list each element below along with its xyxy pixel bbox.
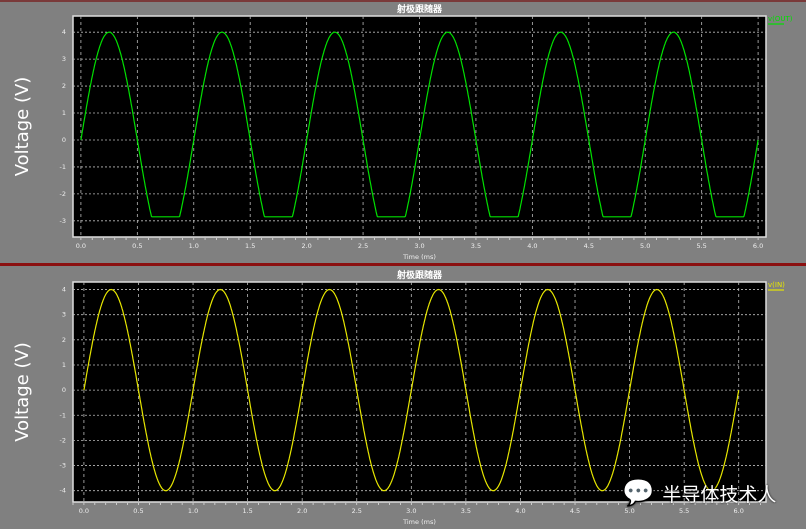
wechat-icon: 💬 bbox=[622, 478, 655, 508]
x-tick-label: 2.0 bbox=[301, 242, 311, 250]
x-tick-label: 1.5 bbox=[242, 507, 252, 515]
y-tick-label: -2 bbox=[60, 190, 66, 198]
legend-label: v(IN) bbox=[768, 281, 785, 289]
y-tick-label: -3 bbox=[60, 462, 66, 470]
x-tick-label: 0.5 bbox=[133, 507, 143, 515]
x-tick-label: 3.0 bbox=[406, 507, 416, 515]
x-tick-label: 1.0 bbox=[188, 507, 198, 515]
y-tick-label: -1 bbox=[60, 163, 66, 171]
y-tick-label: 2 bbox=[62, 82, 66, 90]
x-tick-label: 1.0 bbox=[189, 242, 199, 250]
legend-label: v(OUT) bbox=[768, 15, 793, 23]
x-tick-label: 4.5 bbox=[570, 507, 580, 515]
x-tick-label: 2.0 bbox=[297, 507, 307, 515]
chart-title: 射极跟随器 bbox=[396, 3, 443, 15]
x-tick-label: 4.0 bbox=[515, 507, 525, 515]
y-axis-label: Voltage (V) bbox=[12, 342, 33, 442]
x-tick-label: 4.5 bbox=[584, 242, 594, 250]
y-tick-label: 0 bbox=[62, 136, 66, 144]
y-tick-label: 1 bbox=[62, 109, 66, 117]
x-tick-label: 2.5 bbox=[358, 242, 368, 250]
x-tick-label: 3.5 bbox=[471, 242, 481, 250]
x-tick-label: 5.5 bbox=[696, 242, 706, 250]
x-tick-label: 5.0 bbox=[624, 507, 634, 515]
x-tick-label: 3.5 bbox=[461, 507, 471, 515]
y-tick-label: 2 bbox=[62, 336, 66, 344]
x-tick-label: 3.0 bbox=[414, 242, 424, 250]
y-tick-label: -1 bbox=[60, 411, 66, 419]
y-tick-label: -2 bbox=[60, 436, 66, 444]
x-tick-label: 5.5 bbox=[679, 507, 689, 515]
vout-chart: 射极跟随器 0.0 0.5 1.0 1.5 2.0 2.5 3.0 3.5 4.0 4.5 5.0 5.… bbox=[12, 3, 793, 261]
x-axis-label: Time (ms) bbox=[402, 518, 436, 526]
y-tick-label: -3 bbox=[60, 217, 66, 225]
x-tick-label: 1.5 bbox=[245, 242, 255, 250]
y-tick-label: 0 bbox=[62, 386, 66, 394]
y-tick-label: 3 bbox=[62, 311, 66, 319]
y-tick-label: 1 bbox=[62, 361, 66, 369]
x-tick-label: 2.5 bbox=[352, 507, 362, 515]
y-axis-label: Voltage (V) bbox=[12, 77, 33, 177]
x-axis-label: Time (ms) bbox=[402, 253, 436, 261]
x-tick-label: 0.0 bbox=[76, 242, 86, 250]
watermark-text: 半导体技术人 bbox=[662, 483, 777, 506]
chart-title: 射极跟随器 bbox=[396, 269, 443, 281]
x-tick-label: 0.5 bbox=[132, 242, 142, 250]
x-tick-label: 5.0 bbox=[640, 242, 650, 250]
x-tick-label: 6.0 bbox=[734, 507, 744, 515]
y-tick-label: 3 bbox=[62, 55, 66, 63]
x-tick-label: 6.0 bbox=[753, 242, 763, 250]
watermark: 💬 半导体技术人 bbox=[622, 478, 776, 508]
y-tick-label: 4 bbox=[62, 286, 66, 294]
top-chart-pane: 射极跟随器 0.0 0.5 1.0 1.5 2.0 2.5 3.0 3.5 4.0 4.5 5.0 5.… bbox=[0, 0, 806, 263]
y-tick-label: -4 bbox=[60, 487, 66, 495]
y-tick-label: 4 bbox=[62, 28, 66, 36]
x-tick-label: 4.0 bbox=[527, 242, 537, 250]
x-tick-label: 0.0 bbox=[79, 507, 89, 515]
